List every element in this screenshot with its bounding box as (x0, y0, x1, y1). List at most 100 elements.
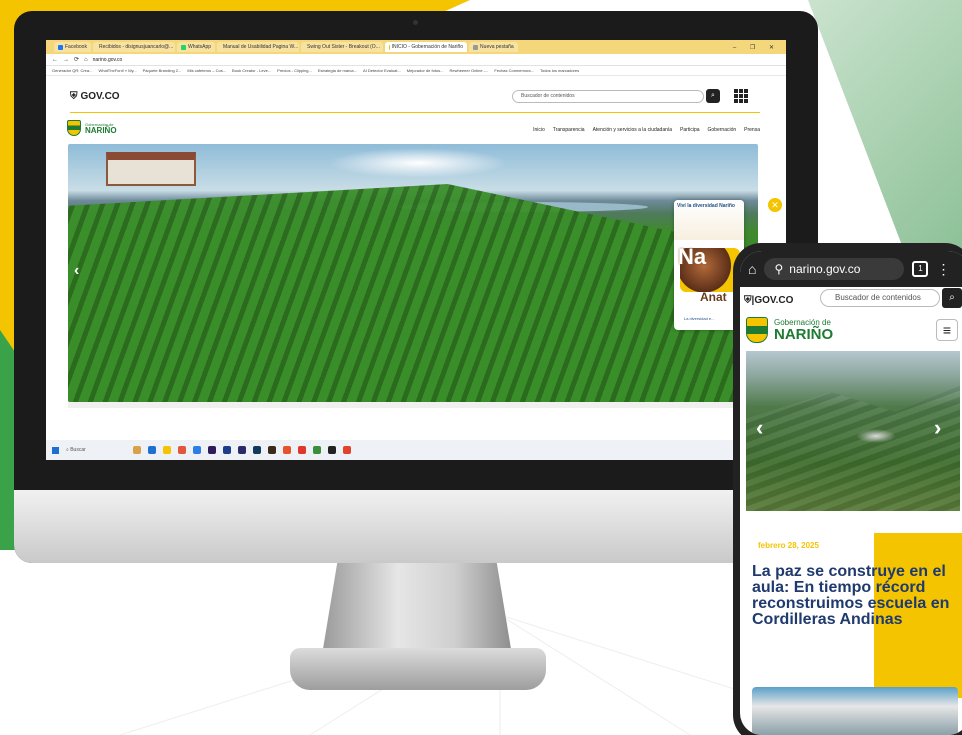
phone-menu-dots-icon[interactable]: ⋮ (936, 261, 950, 278)
windows-start-icon[interactable] (52, 446, 59, 454)
nav-item[interactable]: Prensa (744, 127, 760, 133)
hero-cloud (328, 148, 508, 178)
tab-label: Recibidos - disignusjuancarlo@... (98, 44, 174, 50)
phone-carousel-prev-icon[interactable]: ‹ (756, 415, 763, 441)
home-icon[interactable]: ⌂ (84, 57, 88, 63)
browser-tab[interactable]: Nueva pestaña (469, 42, 518, 52)
taskbar-photoshop-icon[interactable] (223, 446, 231, 454)
bookmark-item[interactable]: Book Creator - Leve... (232, 68, 271, 73)
bookmark-item[interactable]: Mis cafeteros – Cos... (187, 68, 226, 73)
back-icon[interactable]: ← (52, 57, 58, 63)
search-icon[interactable]: ⌕ (706, 89, 720, 103)
phone-search-input[interactable]: Buscador de contenidos (820, 289, 940, 307)
phone-carousel-next-icon[interactable]: › (934, 415, 941, 441)
forward-icon[interactable]: → (63, 57, 69, 63)
popup-title: Viví la diversidad Nariño (677, 203, 735, 209)
taskbar-chrome-3-icon[interactable] (313, 446, 321, 454)
taskbar-search[interactable]: ⌕ Buscar (66, 447, 126, 453)
hamburger-menu-icon[interactable]: ≡ (936, 319, 958, 341)
url-field[interactable]: narino.gov.co (93, 57, 123, 63)
bookmark-item[interactable]: Rewheeeer Online -... (449, 68, 488, 73)
hero-crop-field (68, 184, 758, 402)
bookmarks-bar: Generador QR: Crea... WhatTheFont! » My..… (46, 66, 786, 76)
bookmark-item[interactable]: Estrategia de marca... (318, 68, 357, 73)
close-icon[interactable]: ✕ (768, 198, 782, 212)
browser-tab[interactable]: Swing Out Sister - Breakout (O... (301, 42, 384, 52)
taskbar-illustrator-icon[interactable] (268, 446, 276, 454)
bookmark-item[interactable]: Mejorador de fotos... (407, 68, 444, 73)
phone-screen: ⌂ ⚲ narino.gov.co 1 ⋮ ⛨|GOV.CO Buscador … (740, 251, 962, 735)
taskbar-app-dark-icon[interactable] (328, 446, 336, 454)
news-headline[interactable]: La paz se construye en el aula: En tiemp… (752, 564, 962, 628)
browser-tab[interactable]: WhatsApp (176, 42, 216, 52)
taskbar-edge-icon[interactable] (193, 446, 201, 454)
phone-site-info-icon[interactable]: ⚲ (774, 262, 783, 276)
browser-tab[interactable]: Manual de Usabilidad Pagina W... (217, 42, 300, 52)
taskbar-lightroom-icon[interactable] (253, 446, 261, 454)
window-controls[interactable]: – ❐ ✕ (733, 44, 786, 51)
tab-label: INICIO - Gobernación de Nariño (391, 44, 464, 50)
news-thumbnail[interactable] (752, 687, 958, 735)
phone-tabs-icon[interactable]: 1 (912, 261, 929, 277)
carousel-prev-icon[interactable]: ‹ (74, 262, 79, 280)
site-brand[interactable]: Gobernación de NARIÑO (67, 120, 117, 136)
reload-icon[interactable]: ⟳ (74, 56, 79, 63)
hero-farmhouse (106, 152, 196, 186)
nav-item[interactable]: Participa (680, 127, 699, 133)
phone-url-text: narino.gov.co (789, 262, 861, 276)
gov-header: ⛨ GOV.CO Buscador de contenidos ⌕ (46, 80, 786, 112)
browser-tab[interactable]: INICIO - Gobernación de Nariño (385, 42, 468, 52)
phone-browser-bar: ⌂ ⚲ narino.gov.co 1 ⋮ (740, 251, 962, 287)
taskbar-office-icon[interactable] (343, 446, 351, 454)
tab-label: Nueva pestaña (480, 44, 514, 50)
nav-item[interactable]: Atención y servicios a la ciudadanía (593, 127, 673, 133)
windows-taskbar: ⌕ Buscar ^ ⊕ 🔊 ⊡ (46, 440, 786, 460)
tab-label: WhatsApp (187, 44, 212, 50)
tab-favicon-icon (473, 44, 479, 50)
search-input[interactable]: Buscador de contenidos (512, 90, 704, 103)
browser-tab[interactable]: Recibidos - disignusjuancarlo@... (92, 42, 175, 52)
browser-address-bar: ← → ⟳ ⌂ narino.gov.co (46, 54, 786, 66)
bookmark-item[interactable]: Fechas Conmemora... (494, 68, 534, 73)
main-nav: Inicio Transparencia Atención y servicios … (533, 127, 760, 133)
nav-item[interactable]: Inicio (533, 127, 545, 133)
taskbar-adobe-icon[interactable] (208, 446, 216, 454)
taskbar-chrome-icon[interactable] (283, 446, 291, 454)
news-date: febrero 28, 2025 (758, 541, 819, 550)
taskbar-app-icon[interactable] (148, 446, 156, 454)
bookmark-item[interactable]: AI Detector Evaluat... (363, 68, 401, 73)
gov-shield-icon: ⛨ (70, 91, 78, 102)
phone-search-icon[interactable]: ⌕ (942, 288, 962, 308)
taskbar-premiere-icon[interactable] (238, 446, 246, 454)
phone-narino-shield-icon (746, 317, 768, 343)
monitor-chin (14, 490, 818, 563)
tab-favicon-icon (389, 44, 390, 50)
bookmark-item[interactable]: Todos los marcadores (540, 68, 579, 73)
phone-url-field[interactable]: ⚲ narino.gov.co (764, 258, 905, 280)
brand-big-text: NARIÑO (85, 125, 117, 135)
taskbar-chrome-2-icon[interactable] (298, 446, 306, 454)
narino-shield-icon (67, 120, 81, 136)
nav-item[interactable]: Transparencia (553, 127, 585, 133)
monitor-camera (413, 20, 418, 25)
popup-footer-text: La diversidad e... (684, 316, 715, 321)
nav-item[interactable]: Gobernación (708, 127, 737, 133)
taskbar-brave-icon[interactable] (178, 446, 186, 454)
phone-site-brand[interactable]: Gobernación de NARIÑO (746, 317, 833, 343)
phone-home-icon[interactable]: ⌂ (748, 261, 756, 277)
apps-grid-icon[interactable] (734, 89, 748, 103)
phone-hero-mountains (746, 385, 960, 511)
phone-gov-logo[interactable]: ⛨|GOV.CO (744, 295, 793, 306)
gov-logo[interactable]: ⛨ GOV.CO (70, 91, 120, 102)
browser-tab-strip: Facebook Recibidos - disignusjuancarlo@..… (46, 40, 786, 54)
taskbar-folder-icon[interactable] (163, 446, 171, 454)
tab-label: Manual de Usabilidad Pagina W... (223, 44, 299, 50)
bookmark-item[interactable]: WhatTheFont! » My... (98, 68, 136, 73)
bookmark-item[interactable]: Paquete Branding 2... (143, 68, 182, 73)
browser-tab[interactable]: Facebook (54, 42, 91, 52)
taskbar-widgets-icon[interactable] (133, 446, 141, 454)
monitor-stand-base (290, 648, 546, 690)
popup-header: Viví la diversidad Nariño (674, 200, 744, 240)
bookmark-item[interactable]: Precios - Clipping... (277, 68, 312, 73)
bookmark-item[interactable]: Generador QR: Crea... (52, 68, 92, 73)
